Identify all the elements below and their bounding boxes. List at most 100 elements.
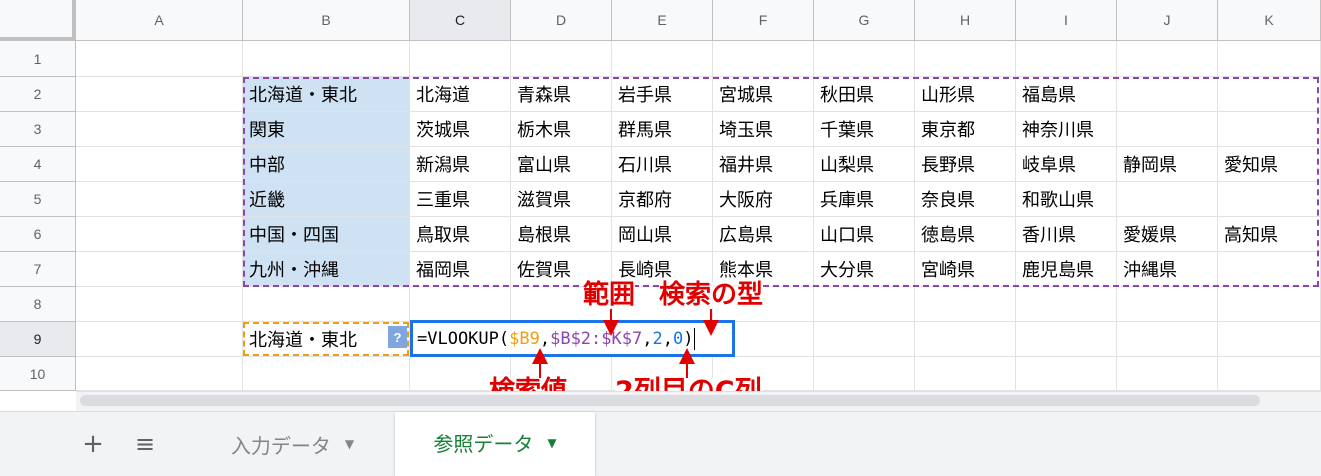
formula-cell-editor[interactable]: =VLOOKUP( $B9 , $B$2:$K$7 , 2 , 0 ) xyxy=(410,320,735,357)
table-cell[interactable] xyxy=(1117,182,1218,217)
table-cell[interactable]: 三重県 xyxy=(410,182,511,217)
column-header-h[interactable]: H xyxy=(915,0,1016,41)
table-cell[interactable] xyxy=(1117,112,1218,147)
table-cell[interactable]: 奈良県 xyxy=(915,182,1016,217)
table-cell[interactable]: 愛媛県 xyxy=(1117,217,1218,252)
table-cell[interactable]: 高知県 xyxy=(1218,217,1321,252)
column-header-c[interactable]: C xyxy=(410,0,511,41)
empty-cell[interactable] xyxy=(915,357,1016,391)
table-cell[interactable]: 千葉県 xyxy=(814,112,915,147)
table-cell[interactable]: 京都府 xyxy=(612,182,713,217)
tab-dropdown-icon[interactable]: ▼ xyxy=(547,436,556,450)
table-cell[interactable]: 富山県 xyxy=(511,147,612,182)
table-cell[interactable]: 香川県 xyxy=(1016,217,1117,252)
empty-cell[interactable] xyxy=(76,112,243,147)
column-header-j[interactable]: J xyxy=(1117,0,1218,41)
table-cell[interactable]: 北海道 xyxy=(410,77,511,112)
table-cell[interactable]: 大阪府 xyxy=(713,182,814,217)
table-cell[interactable]: 青森県 xyxy=(511,77,612,112)
table-cell[interactable]: 秋田県 xyxy=(814,77,915,112)
table-cell[interactable]: 山梨県 xyxy=(814,147,915,182)
table-cell[interactable]: 宮城県 xyxy=(713,77,814,112)
tab-dropdown-icon[interactable]: ▼ xyxy=(345,437,354,451)
table-cell[interactable]: 北海道・東北 xyxy=(243,77,410,112)
empty-cell[interactable] xyxy=(76,77,243,112)
table-cell[interactable]: 栃木県 xyxy=(511,112,612,147)
table-cell[interactable]: 中国・四国 xyxy=(243,217,410,252)
lookup-value-cell[interactable]: 北海道・東北 xyxy=(243,322,410,357)
table-cell[interactable]: 大分県 xyxy=(814,252,915,287)
empty-cell[interactable] xyxy=(1218,357,1321,391)
table-cell[interactable] xyxy=(1218,112,1321,147)
table-cell[interactable]: 茨城県 xyxy=(410,112,511,147)
empty-cell[interactable] xyxy=(76,217,243,252)
empty-cell[interactable] xyxy=(1117,41,1218,77)
empty-cell[interactable] xyxy=(76,287,243,322)
empty-cell[interactable] xyxy=(76,357,243,391)
empty-cell[interactable] xyxy=(713,41,814,77)
row-header-3[interactable]: 3 xyxy=(0,112,76,147)
column-header-g[interactable]: G xyxy=(814,0,915,41)
empty-cell[interactable] xyxy=(814,322,915,357)
empty-cell[interactable] xyxy=(1117,357,1218,391)
table-cell[interactable]: 愛知県 xyxy=(1218,147,1321,182)
column-header-k[interactable]: K xyxy=(1218,0,1321,41)
table-cell[interactable]: 岡山県 xyxy=(612,217,713,252)
empty-cell[interactable] xyxy=(243,287,410,322)
table-cell[interactable]: 和歌山県 xyxy=(1016,182,1117,217)
table-cell[interactable]: 福井県 xyxy=(713,147,814,182)
scrollbar-thumb[interactable] xyxy=(80,395,1260,406)
table-cell[interactable]: 沖縄県 xyxy=(1117,252,1218,287)
select-all-corner[interactable] xyxy=(0,0,76,41)
empty-cell[interactable] xyxy=(1218,287,1321,322)
empty-cell[interactable] xyxy=(76,182,243,217)
table-cell[interactable]: 神奈川県 xyxy=(1016,112,1117,147)
column-header-d[interactable]: D xyxy=(511,0,612,41)
table-cell[interactable] xyxy=(1218,252,1321,287)
empty-cell[interactable] xyxy=(1016,287,1117,322)
all-sheets-menu-button[interactable]: ≡ xyxy=(130,426,160,462)
horizontal-scrollbar[interactable] xyxy=(0,391,1321,411)
empty-cell[interactable] xyxy=(1016,357,1117,391)
table-cell[interactable]: 宮崎県 xyxy=(915,252,1016,287)
empty-cell[interactable] xyxy=(76,322,243,357)
table-cell[interactable]: 中部 xyxy=(243,147,410,182)
table-cell[interactable]: 滋賀県 xyxy=(511,182,612,217)
table-cell[interactable]: 兵庫県 xyxy=(814,182,915,217)
empty-cell[interactable] xyxy=(410,41,511,77)
table-cell[interactable]: 岩手県 xyxy=(612,77,713,112)
table-cell[interactable]: 広島県 xyxy=(713,217,814,252)
tab-input-data[interactable]: 入力データ ▼ xyxy=(195,412,390,476)
row-header-2[interactable]: 2 xyxy=(0,77,76,112)
table-cell[interactable]: 鹿児島県 xyxy=(1016,252,1117,287)
empty-cell[interactable] xyxy=(915,322,1016,357)
empty-cell[interactable] xyxy=(814,287,915,322)
row-header-9[interactable]: 9 xyxy=(0,322,76,357)
column-header-a[interactable]: A xyxy=(76,0,243,41)
empty-cell[interactable] xyxy=(1016,322,1117,357)
empty-cell[interactable] xyxy=(1117,287,1218,322)
empty-cell[interactable] xyxy=(814,41,915,77)
tab-reference-data[interactable]: 参照データ ▼ xyxy=(395,412,595,476)
table-cell[interactable]: 鳥取県 xyxy=(410,217,511,252)
table-cell[interactable]: 東京都 xyxy=(915,112,1016,147)
table-cell[interactable]: 岐阜県 xyxy=(1016,147,1117,182)
table-cell[interactable]: 島根県 xyxy=(511,217,612,252)
row-header-7[interactable]: 7 xyxy=(0,252,76,287)
add-sheet-button[interactable]: + xyxy=(78,426,108,462)
empty-cell[interactable] xyxy=(915,287,1016,322)
row-header-5[interactable]: 5 xyxy=(0,182,76,217)
table-cell[interactable]: 山口県 xyxy=(814,217,915,252)
empty-cell[interactable] xyxy=(1016,41,1117,77)
formula-help-icon[interactable]: ? xyxy=(388,326,407,348)
row-header-4[interactable]: 4 xyxy=(0,147,76,182)
column-header-b[interactable]: B xyxy=(243,0,410,41)
empty-cell[interactable] xyxy=(511,41,612,77)
empty-cell[interactable] xyxy=(915,41,1016,77)
empty-cell[interactable] xyxy=(76,147,243,182)
column-header-i[interactable]: I xyxy=(1016,0,1117,41)
empty-cell[interactable] xyxy=(612,41,713,77)
table-cell[interactable]: 関東 xyxy=(243,112,410,147)
empty-cell[interactable] xyxy=(410,287,511,322)
table-cell[interactable]: 静岡県 xyxy=(1117,147,1218,182)
